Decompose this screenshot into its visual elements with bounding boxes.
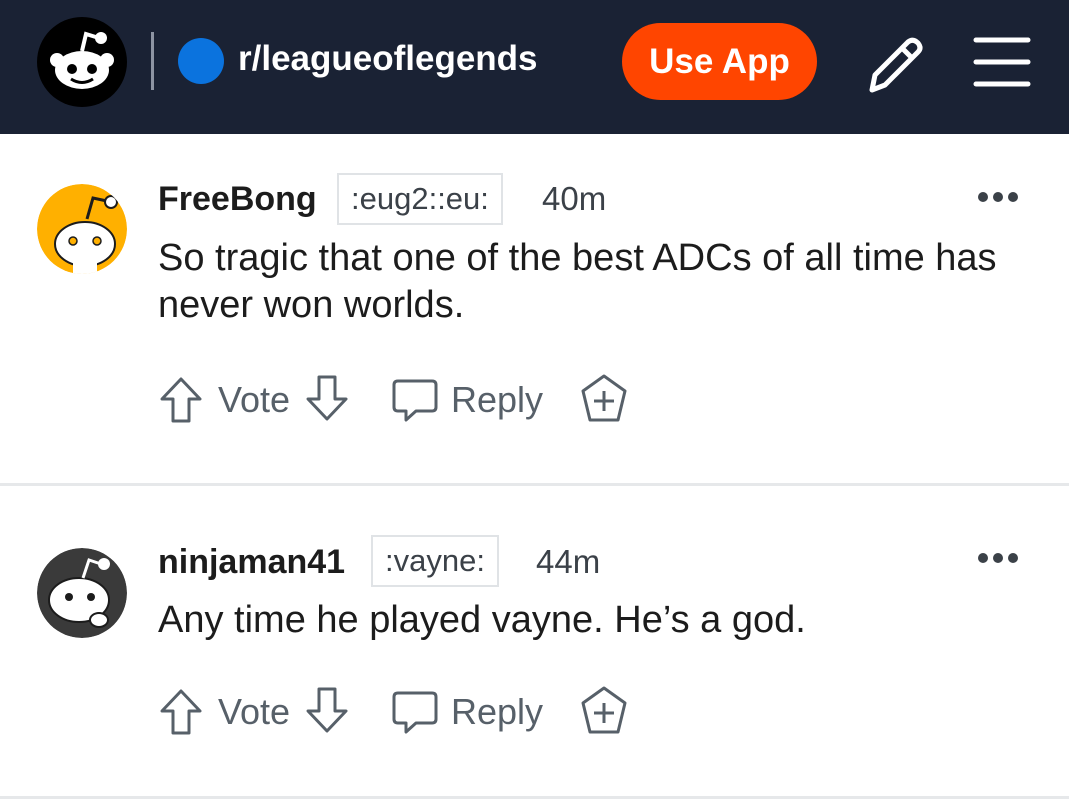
header-divider — [151, 32, 154, 90]
comment-actions: Vote Reply — [158, 373, 678, 429]
reddit-logo-icon[interactable] — [37, 17, 127, 107]
user-flair: :vayne: — [371, 535, 499, 587]
comment-timestamp: 40m — [542, 180, 607, 217]
upvote-icon[interactable] — [158, 687, 204, 742]
comment-body: Any time he played vayne. He’s a god. — [158, 599, 806, 641]
user-avatar[interactable] — [37, 548, 127, 638]
more-options-icon[interactable] — [976, 551, 1020, 565]
comment-timestamp: 44m — [536, 543, 601, 580]
reply-icon[interactable] — [390, 687, 440, 742]
comment: FreeBong :eug2::eu: 40m So tragic that o… — [0, 134, 1069, 483]
reply-icon[interactable] — [390, 375, 440, 430]
comment-author[interactable]: ninjaman41 — [158, 543, 345, 582]
reply-button[interactable]: Reply — [451, 691, 543, 733]
award-icon[interactable] — [580, 373, 628, 430]
subreddit-name[interactable]: r/leagueoflegends — [238, 39, 538, 79]
vote-label: Vote — [218, 691, 291, 732]
comment-divider — [0, 796, 1069, 799]
comment-author[interactable]: FreeBong — [158, 180, 317, 219]
user-avatar[interactable] — [37, 184, 127, 274]
comment-actions: Vote Reply — [158, 685, 678, 741]
hamburger-menu-icon[interactable] — [970, 34, 1034, 90]
top-bar: r/leagueoflegends Use App — [0, 0, 1069, 134]
use-app-button[interactable]: Use App — [622, 23, 817, 100]
pencil-icon[interactable] — [860, 30, 930, 100]
award-icon[interactable] — [580, 685, 628, 742]
downvote-icon[interactable] — [304, 373, 350, 428]
comment-body: So tragic that one of the best ADCs of a… — [158, 237, 997, 326]
downvote-icon[interactable] — [304, 685, 350, 740]
more-options-icon[interactable] — [976, 190, 1020, 204]
vote-label: Vote — [218, 379, 291, 420]
user-flair: :eug2::eu: — [337, 173, 503, 225]
comment: ninjaman41 :vayne: 44m Any time he playe… — [0, 486, 1069, 796]
upvote-icon[interactable] — [158, 375, 204, 430]
subreddit-avatar[interactable] — [178, 38, 224, 84]
reply-button[interactable]: Reply — [451, 379, 543, 421]
